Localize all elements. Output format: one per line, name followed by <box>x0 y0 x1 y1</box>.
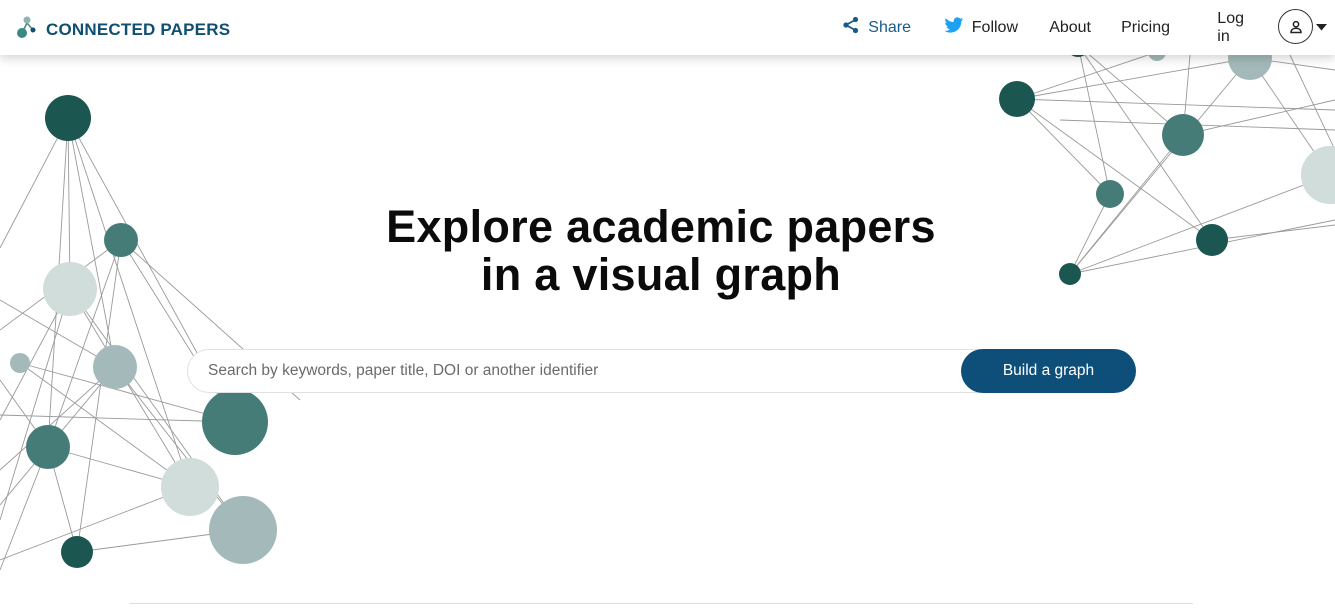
user-menu-button[interactable] <box>1278 9 1327 44</box>
molecule-logo-icon <box>16 14 38 45</box>
search-bar: Build a graph <box>187 349 1136 393</box>
about-link[interactable]: About <box>1049 19 1091 37</box>
login-label: Log in <box>1217 9 1244 45</box>
login-link[interactable]: Log in <box>1217 10 1244 46</box>
pricing-link[interactable]: Pricing <box>1121 19 1170 37</box>
top-navbar: CONNECTED PAPERS Share Follow About Pric… <box>0 0 1335 55</box>
build-graph-button[interactable]: Build a graph <box>961 349 1136 393</box>
caret-down-icon <box>1316 18 1327 36</box>
follow-link[interactable]: Follow <box>944 16 1018 39</box>
brand-name: CONNECTED PAPERS <box>46 19 231 39</box>
twitter-bird-icon <box>944 16 964 39</box>
follow-label: Follow <box>971 18 1018 36</box>
share-label: Share <box>868 18 911 36</box>
brand-link[interactable]: CONNECTED PAPERS <box>16 14 230 45</box>
about-label: About <box>1049 18 1091 36</box>
share-icon <box>842 16 860 39</box>
share-link[interactable]: Share <box>842 16 911 39</box>
hero-title-line1: Explore academic papers <box>386 201 936 253</box>
pricing-label: Pricing <box>1121 18 1170 36</box>
hero-title-line2: in a visual graph <box>480 249 842 301</box>
section-divider <box>130 603 1193 604</box>
background-graph-decoration <box>0 33 1335 571</box>
hero-title: Explore academic papers in a visual grap… <box>0 203 1322 299</box>
user-avatar-icon <box>1278 9 1313 44</box>
search-input[interactable] <box>188 350 958 392</box>
